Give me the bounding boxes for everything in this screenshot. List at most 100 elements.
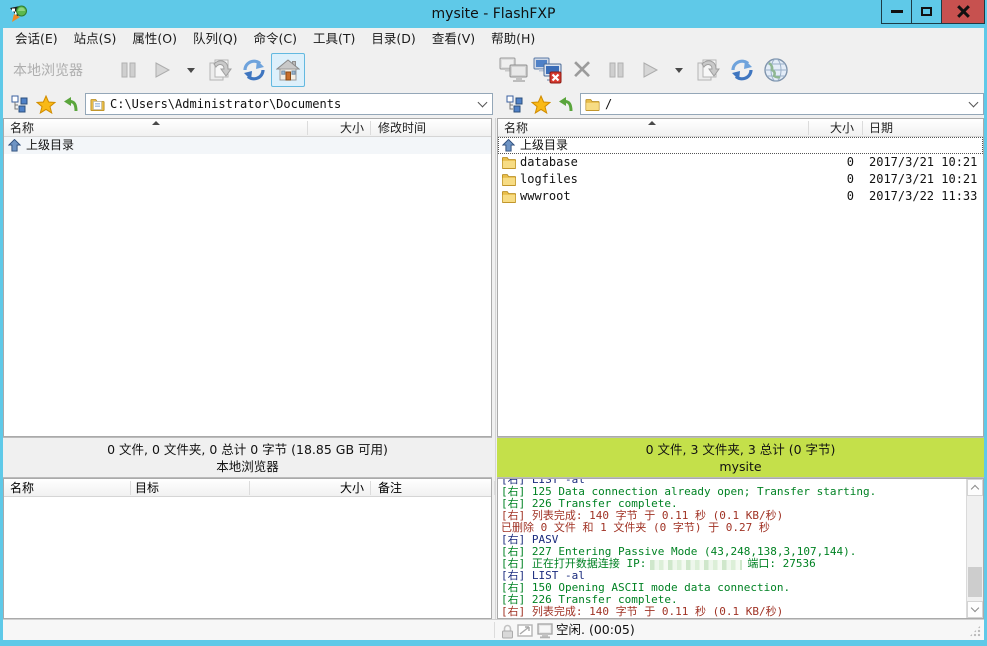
- remote-list-header: 名称 大小 日期: [498, 119, 983, 137]
- queue-header: 名称 目标 大小 备注: [4, 479, 491, 497]
- local-path-value: C:\Users\Administrator\Documents: [110, 97, 474, 111]
- menu-item-5[interactable]: 工具(T): [305, 28, 363, 50]
- scrollbar-thumb[interactable]: [968, 567, 982, 597]
- parent-directory-row[interactable]: 上级目录: [498, 137, 983, 154]
- local-path-combobox[interactable]: C:\Users\Administrator\Documents: [85, 93, 493, 115]
- menu-item-4[interactable]: 命令(C): [246, 28, 305, 50]
- menu-item-2[interactable]: 属性(O): [124, 28, 185, 50]
- remote-globe-button[interactable]: [759, 53, 793, 87]
- column-header-name[interactable]: 名称: [10, 119, 34, 137]
- file-row-wwwroot[interactable]: wwwroot02017/3/22 11:33: [498, 188, 983, 205]
- chevron-up-icon: [971, 485, 979, 493]
- column-divider[interactable]: [130, 481, 131, 495]
- column-divider[interactable]: [249, 481, 250, 495]
- local-start-button[interactable]: [145, 53, 179, 87]
- menu-item-8[interactable]: 帮助(H): [483, 28, 543, 50]
- queue-column-size[interactable]: 大小: [254, 479, 364, 497]
- transfer-queue-icon: [206, 56, 234, 84]
- remote-connect-button[interactable]: [497, 53, 531, 87]
- local-up-directory-button[interactable]: [59, 92, 85, 116]
- column-header-modified[interactable]: 修改时间: [378, 119, 426, 137]
- column-divider[interactable]: [370, 481, 371, 495]
- column-header-size[interactable]: 大小: [252, 119, 364, 137]
- local-tree-view-button[interactable]: [7, 92, 33, 116]
- menu-item-0[interactable]: 会话(E): [7, 28, 66, 50]
- file-row-logfiles[interactable]: logfiles02017/3/21 10:21: [498, 171, 983, 188]
- local-transfer-button[interactable]: [203, 53, 237, 87]
- close-icon: [957, 5, 970, 18]
- folder-icon: [585, 98, 600, 111]
- local-pause-button[interactable]: [111, 53, 145, 87]
- local-toolbar: 本地浏览器: [3, 50, 492, 90]
- menu-item-1[interactable]: 站点(S): [66, 28, 125, 50]
- remote-path-combobox[interactable]: /: [580, 93, 984, 115]
- maximize-icon: [921, 7, 932, 16]
- chevron-down-icon: [968, 97, 978, 107]
- file-date: 2017/3/22 11:33: [869, 188, 977, 205]
- local-address-bar: C:\Users\Administrator\Documents: [7, 90, 493, 118]
- remote-abort-button[interactable]: ✕: [565, 53, 599, 87]
- scroll-down-button[interactable]: [967, 601, 983, 618]
- local-start-dropdown[interactable]: [179, 53, 203, 87]
- remote-status-panel: 0 文件, 3 文件夹, 3 总计 (0 字节) mysite: [497, 437, 984, 478]
- column-header-date[interactable]: 日期: [869, 119, 893, 137]
- remote-toolbar: ✕: [497, 50, 984, 90]
- queue-column-remark[interactable]: 备注: [378, 479, 402, 497]
- local-refresh-button[interactable]: [237, 53, 271, 87]
- column-divider[interactable]: [862, 121, 863, 135]
- maximize-button[interactable]: [911, 0, 942, 24]
- updir-icon: [502, 139, 516, 152]
- chevron-down-icon: [971, 604, 979, 612]
- menu-item-7[interactable]: 查看(V): [424, 28, 483, 50]
- column-header-size[interactable]: 大小: [750, 119, 854, 137]
- queue-column-name[interactable]: 名称: [10, 479, 34, 497]
- up-arrow-icon: [557, 95, 577, 114]
- folder-icon: [502, 173, 516, 186]
- chevron-down-icon: [675, 68, 683, 73]
- local-path-dropdown[interactable]: [474, 94, 490, 114]
- local-home-button[interactable]: [271, 53, 305, 87]
- home-icon: [276, 59, 300, 81]
- remote-path-dropdown[interactable]: [965, 94, 981, 114]
- local-favorites-button[interactable]: [33, 92, 59, 116]
- file-date: 2017/3/21 10:21: [869, 171, 977, 188]
- remote-transfer-button[interactable]: [691, 53, 725, 87]
- lock-icon: [500, 623, 515, 639]
- close-button[interactable]: [941, 0, 985, 24]
- remote-file-list: 上级目录database02017/3/21 10:21logfiles0201…: [498, 137, 983, 436]
- local-browser-label: 本地浏览器: [13, 60, 83, 80]
- log-scrollbar[interactable]: [966, 479, 983, 618]
- log-line-4: 已删除 0 文件 和 1 文件夹 (0 字节) 于 0.27 秒: [501, 522, 965, 534]
- file-name: wwwroot: [520, 188, 571, 205]
- client-area: 会话(E)站点(S)属性(O)队列(Q)命令(C)工具(T)目录(D)查看(V)…: [3, 28, 984, 640]
- remote-favorites-button[interactable]: [528, 92, 554, 116]
- scroll-up-button[interactable]: [967, 479, 983, 496]
- redacted-ip-block: [650, 560, 742, 570]
- queue-column-target[interactable]: 目标: [135, 479, 159, 497]
- panel-splitter[interactable]: [495, 118, 496, 619]
- parent-directory-row[interactable]: 上级目录: [4, 137, 491, 154]
- file-name: 上级目录: [520, 137, 568, 154]
- server-icon: [536, 623, 555, 639]
- remote-start-dropdown[interactable]: [667, 53, 691, 87]
- menu-item-6[interactable]: 目录(D): [363, 28, 423, 50]
- file-name: 上级目录: [26, 137, 74, 154]
- remote-disconnect-button[interactable]: [531, 53, 565, 87]
- remote-start-button[interactable]: [633, 53, 667, 87]
- local-status-name: 本地浏览器: [3, 459, 492, 476]
- file-row-database[interactable]: database02017/3/21 10:21: [498, 154, 983, 171]
- updir-icon: [8, 139, 22, 152]
- remote-up-directory-button[interactable]: [554, 92, 580, 116]
- remote-tree-view-button[interactable]: [502, 92, 528, 116]
- column-header-name[interactable]: 名称: [504, 119, 528, 137]
- log-panel: [右] LIST -al[右] 125 Data connection alre…: [497, 478, 984, 619]
- folder-icon: [90, 98, 105, 111]
- minimize-button[interactable]: [881, 0, 912, 24]
- pause-icon: [121, 62, 136, 78]
- window-controls: [882, 0, 985, 24]
- remote-pause-button[interactable]: [599, 53, 633, 87]
- remote-refresh-button[interactable]: [725, 53, 759, 87]
- resize-grip[interactable]: [969, 625, 981, 637]
- column-divider[interactable]: [370, 121, 371, 135]
- menu-item-3[interactable]: 队列(Q): [185, 28, 246, 50]
